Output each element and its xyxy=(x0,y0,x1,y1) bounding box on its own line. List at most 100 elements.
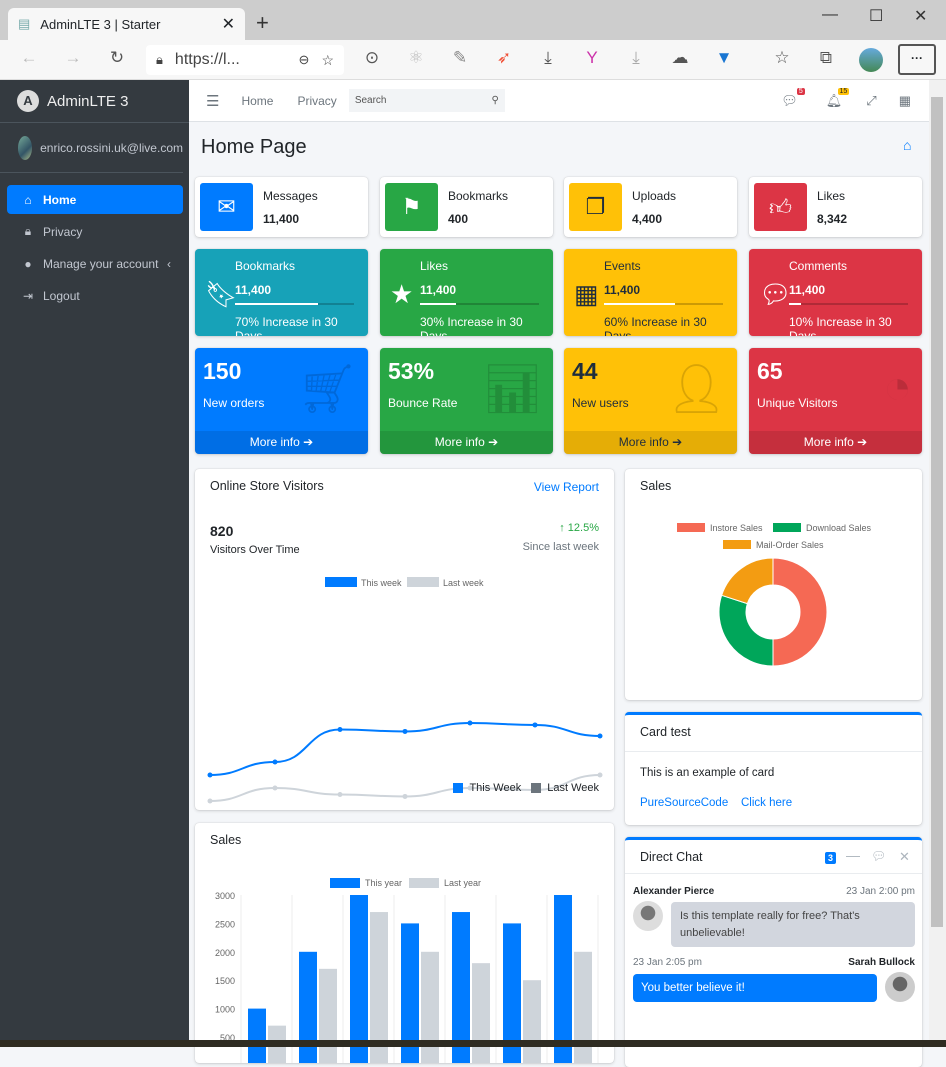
card-title: Card test xyxy=(640,725,691,739)
sidebar-item-logout[interactable]: ⇥ Logout xyxy=(7,281,183,310)
menu-toggle-icon[interactable]: ☰ xyxy=(206,92,219,110)
progress-description: 30% Increase in 30 Days xyxy=(420,315,523,336)
more-info-link[interactable]: More info ➔ xyxy=(564,431,737,454)
progress-box-value: 11,400 xyxy=(235,283,272,297)
brand-link[interactable]: A AdminLTE 3 xyxy=(0,80,189,123)
more-info-link[interactable]: More info ➔ xyxy=(195,431,368,454)
zoom-icon[interactable]: ⊖ xyxy=(299,52,310,68)
y-tick-label: 1500 xyxy=(215,976,235,986)
apps-icon[interactable]: ▦ xyxy=(899,93,911,109)
favorites-icon[interactable]: ☆ xyxy=(770,48,794,68)
data-point xyxy=(597,772,603,778)
small-box-label: New orders xyxy=(203,396,265,410)
pen-extension-icon[interactable]: ✎ xyxy=(448,48,472,68)
sidebar-item-home[interactable]: ⌂ Home xyxy=(7,185,183,214)
sales-donut-chart: Instore Sales Download Sales Mail-Order Sa… xyxy=(677,523,872,667)
arrow-up-icon: ↑ xyxy=(559,522,565,534)
click-here-link[interactable]: Click here xyxy=(741,797,792,809)
user-icon: 👤︎ xyxy=(666,363,727,416)
nav-link-privacy[interactable]: Privacy xyxy=(297,94,336,108)
flag-icon: ⚑ xyxy=(385,183,438,231)
data-point xyxy=(207,772,213,778)
cloud-extension-icon[interactable]: ☁ xyxy=(668,48,692,68)
refresh-icon[interactable]: ↻ xyxy=(105,48,129,68)
small-box-label: Unique Visitors xyxy=(757,396,838,410)
close-tab-icon[interactable]: ✕ xyxy=(222,14,235,34)
collections-icon[interactable]: ⧉ xyxy=(814,48,838,68)
extension-icon[interactable]: ⊙ xyxy=(360,48,384,68)
card-title: Online Store Visitors xyxy=(210,479,324,493)
view-report-link[interactable]: View Report xyxy=(534,480,599,494)
search-icon[interactable]: ⚲ xyxy=(491,95,498,106)
nav-link-home[interactable]: Home xyxy=(241,94,273,108)
chart-bar-icon: 📊︎ xyxy=(482,363,543,416)
fullscreen-icon[interactable]: ⤢ xyxy=(866,93,876,109)
sidebar-item-privacy[interactable]: 🔒︎ Privacy xyxy=(7,217,183,246)
progress-box-label: Likes xyxy=(420,259,449,273)
legend-swatch xyxy=(325,577,357,587)
new-tab-button[interactable]: + xyxy=(256,10,269,36)
comments-icon: 💬︎ xyxy=(759,279,793,309)
user-avatar xyxy=(18,135,33,160)
user-panel[interactable]: enrico.rossini.uk@live.com xyxy=(0,123,183,173)
breadcrumb-home-icon[interactable]: ⌂ xyxy=(903,137,911,153)
change-label: Since last week xyxy=(522,541,599,553)
progress-box-label: Events xyxy=(604,259,641,273)
download-extension-icon[interactable]: ⤓ xyxy=(536,48,560,68)
browser-tab[interactable]: ▤ AdminLTE 3 | Starter ✕ xyxy=(8,8,245,40)
contacts-icon[interactable]: 💬︎ xyxy=(871,849,886,863)
legend-swatch xyxy=(407,577,439,587)
address-bar[interactable]: 🔒︎ https://l... ⊖ ☆ xyxy=(146,45,344,75)
search-input[interactable]: Search ⚲ xyxy=(348,89,505,112)
lock-icon: 🔒︎ xyxy=(24,224,32,238)
sidebar-item-label: Privacy xyxy=(43,224,83,239)
legend-swatch xyxy=(409,878,439,888)
browser-tab-bar: ▤ AdminLTE 3 | Starter ✕ + — ☐ ✕ xyxy=(0,0,946,40)
info-box-uploads: ❐ Uploads 4,400 xyxy=(564,177,737,237)
blue-extension-icon[interactable]: ▼ xyxy=(712,48,736,68)
download2-extension-icon[interactable]: ⤓ xyxy=(624,48,648,68)
notifications-badge: 15 xyxy=(837,87,850,95)
more-info-label: More info xyxy=(803,435,854,449)
info-box-messages: ✉ Messages 11,400 xyxy=(195,177,368,237)
bar-this-year xyxy=(248,1008,266,1063)
browser-toolbar: ← → ↻ 🔒︎ https://l... ⊖ ☆ ⊙ ⚛ ✎ ➶ ⤓ Y ⤓ ☁ ▼… xyxy=(0,40,946,80)
arrow-circle-right-icon: ➔ xyxy=(857,435,868,449)
calendar-icon: ▦ xyxy=(574,279,599,309)
chart-pie-icon: ◔ xyxy=(883,361,912,414)
scrollbar-thumb[interactable] xyxy=(931,97,943,927)
arrow-circle-right-icon: ➔ xyxy=(672,435,683,449)
taskbar xyxy=(0,1040,946,1047)
maximize-button[interactable]: ☐ xyxy=(869,6,883,26)
more-info-link[interactable]: More info ➔ xyxy=(749,431,922,454)
settings-more-button[interactable]: ··· xyxy=(898,44,936,75)
collapse-icon[interactable]: — xyxy=(846,847,860,863)
minimize-button[interactable]: — xyxy=(822,6,838,24)
search-placeholder: Search xyxy=(354,95,387,106)
legend-swatch xyxy=(723,540,751,549)
legend-label: This year xyxy=(365,878,402,888)
puresourcecode-link[interactable]: PureSourceCode xyxy=(640,797,728,809)
sidebar-item-manage-account[interactable]: ● Manage your account ‹ xyxy=(7,249,183,278)
direct-chat-card: Direct Chat 3 — 💬︎ ✕ Alexander Pierce 23… xyxy=(625,837,922,1067)
progress-bar xyxy=(420,303,539,305)
info-box-bookmarks: ⚑ Bookmarks 400 xyxy=(380,177,553,237)
forward-icon[interactable]: → xyxy=(61,48,85,68)
progress-bar xyxy=(235,303,354,305)
sales-donut-card: Sales Instore Sales Download Sales Mail-Or… xyxy=(625,469,922,700)
react-extension-icon[interactable]: ⚛ xyxy=(404,48,428,68)
more-info-label: More info xyxy=(249,435,300,449)
favorite-add-icon[interactable]: ☆ xyxy=(321,52,334,69)
back-icon[interactable]: ← xyxy=(17,48,41,68)
profile-avatar[interactable] xyxy=(859,48,883,72)
notifications-icon[interactable]: 🔔︎ 15 xyxy=(826,87,850,109)
donut-slice-mail-order-sales xyxy=(721,557,774,605)
close-window-button[interactable]: ✕ xyxy=(914,6,927,26)
messages-icon[interactable]: 💬︎ 5 xyxy=(781,87,805,109)
close-icon[interactable]: ✕ xyxy=(899,849,910,865)
info-box-likes: 👍︎ Likes 8,342 xyxy=(749,177,922,237)
y-extension-icon[interactable]: Y xyxy=(580,48,604,68)
more-info-link[interactable]: More info ➔ xyxy=(380,431,553,454)
swift-extension-icon[interactable]: ➶ xyxy=(492,48,516,68)
small-box-2: 44 New users 👤︎ More info ➔ xyxy=(564,348,737,454)
